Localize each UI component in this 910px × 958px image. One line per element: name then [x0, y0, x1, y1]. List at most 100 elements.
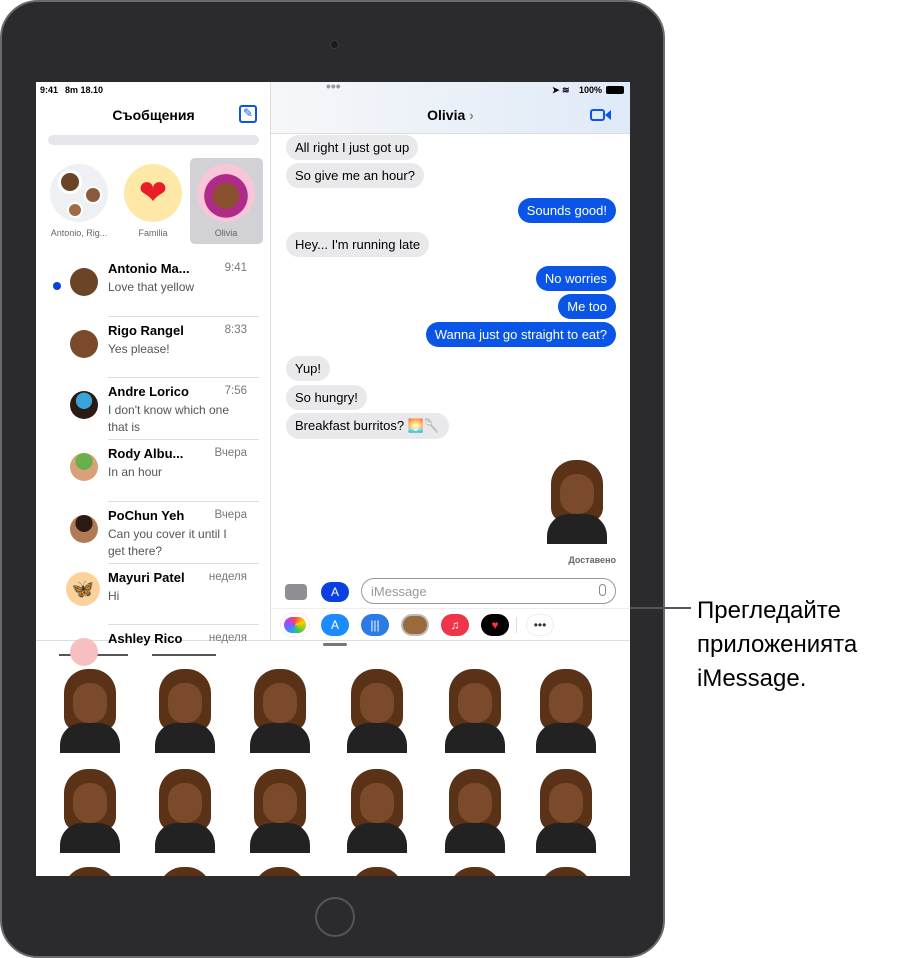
memoji-sticker[interactable] [149, 867, 221, 876]
memoji-sticker[interactable] [439, 669, 511, 753]
conversation-row[interactable]: Andre Lorico 7:56 I don't know which one… [36, 377, 271, 443]
home-button[interactable] [315, 897, 355, 937]
timestamp: 9:41 [224, 262, 247, 274]
butterfly-avatar: 🦋 [66, 572, 100, 606]
memoji-sticker[interactable] [54, 867, 126, 876]
pinned-olivia[interactable]: Olivia [196, 164, 256, 238]
pinned-label: Familia [138, 228, 168, 238]
memoji-sticker[interactable] [530, 769, 602, 853]
conversation-row[interactable]: 🦋 Mayuri Patel неделя Hi [36, 563, 271, 629]
avatar [70, 453, 98, 481]
memoji-sticker[interactable] [341, 669, 413, 753]
memoji-sticker[interactable] [530, 669, 602, 753]
message-bubble[interactable]: Yup! [286, 356, 331, 381]
heart-icon: ❤ [124, 164, 182, 222]
app-store-icon[interactable]: A [321, 614, 349, 636]
message-bubble[interactable]: Breakfast burritos? 🌅🥄 [286, 413, 450, 439]
location-wifi-icon: ➤ ≋ [552, 85, 570, 95]
preview: Yes please! [108, 342, 170, 356]
audio-icon[interactable]: ||| [361, 614, 389, 636]
unread-dot [53, 282, 61, 290]
battery-icon [606, 86, 624, 94]
timestamp: Вчера [214, 509, 247, 521]
timestamp: неделя [208, 632, 247, 644]
pinned-antonio[interactable]: Antonio, Rig... [49, 164, 109, 238]
conversation-row[interactable]: Ashley Rico неделя [36, 624, 271, 690]
memoji-sticker[interactable] [439, 867, 511, 876]
camera [330, 40, 339, 49]
avatar [70, 330, 98, 358]
message-bubble[interactable]: Wanna just go straight to eat? [425, 322, 616, 347]
preview: Can you cover it until I get there? [108, 527, 227, 558]
preview: Love that yellow [108, 280, 195, 294]
sidebar: Съобщения ✎ Antonio, Rig... ❤ Familia Ol… [36, 82, 271, 666]
memoji-sticker[interactable] [54, 769, 126, 853]
contact-name: Andre Lorico [108, 384, 189, 399]
message-bubble[interactable]: So give me an hour? [286, 163, 424, 188]
callout-text: Прегледайте приложенията iMessage. [697, 597, 858, 692]
pinned-label: Antonio, Rig... [50, 228, 108, 238]
message-bubble[interactable]: All right I just got up [286, 135, 419, 160]
olivia-avatar [197, 164, 255, 222]
drag-handle[interactable] [323, 643, 347, 646]
memoji-sticker[interactable] [439, 769, 511, 853]
memoji-sticker[interactable] [244, 867, 316, 876]
message-bubble[interactable]: So hungry! [286, 385, 367, 410]
more-icon[interactable]: ••• [526, 614, 554, 636]
memoji-sticker[interactable] [244, 769, 316, 853]
camera-icon[interactable] [285, 584, 307, 600]
timestamp: 7:56 [224, 385, 247, 397]
chat-header: Olivia › [271, 82, 630, 134]
contact-name: Antonio Ma... [108, 261, 190, 276]
photos-icon[interactable] [281, 614, 309, 636]
avatar [70, 638, 98, 666]
microphone-icon[interactable] [599, 584, 606, 596]
app-store-toggle-icon[interactable]: A [321, 582, 349, 602]
contact-name: Mayuri Patel [108, 570, 185, 585]
sidebar-title: Съобщения [112, 107, 195, 123]
contact-name: Rody Albu... [108, 446, 184, 461]
timestamp: 8:33 [224, 324, 247, 336]
preview: I don't know which one that is [108, 403, 230, 434]
memoji-sticker[interactable] [149, 769, 221, 853]
message-bubble[interactable]: Me too [558, 294, 616, 319]
fitness-icon[interactable]: ♥ [481, 614, 509, 636]
contact-name: Ashley Rico [108, 631, 183, 646]
conversation-row[interactable]: Rody Albu... Вчера In an hour [36, 439, 271, 505]
timestamp: неделя [208, 571, 247, 583]
chevron-right-icon: › [469, 107, 474, 123]
preview: In an hour [108, 465, 163, 479]
timestamp: Вчера [214, 447, 247, 459]
video-call-icon[interactable] [590, 109, 605, 121]
memoji-sticker[interactable] [530, 867, 602, 876]
search-field[interactable] [48, 135, 259, 145]
conversation-row[interactable]: PoChun Yeh Вчера Can you cover it until … [36, 501, 271, 567]
contact-name: PoChun Yeh [108, 508, 185, 523]
multitask-dots[interactable]: ••• [326, 82, 341, 94]
contact-name: Rigo Rangel [108, 323, 184, 338]
memoji-icon[interactable] [401, 614, 429, 636]
memoji-sticker-message[interactable] [541, 460, 613, 544]
message-bubble[interactable]: Hey... I'm running late [286, 232, 430, 257]
avatar [70, 268, 98, 296]
memoji-sticker[interactable] [341, 769, 413, 853]
memoji-sticker[interactable] [341, 867, 413, 876]
group-avatar [50, 164, 108, 222]
message-input[interactable]: iMessage [361, 578, 616, 604]
contact-title[interactable]: Olivia › [271, 107, 630, 123]
compose-icon[interactable]: ✎ [239, 105, 257, 123]
pinned-familia[interactable]: ❤ Familia [123, 164, 183, 238]
status-time: 9:41 [40, 85, 59, 95]
chat-pane: Olivia › All right I just got up So give… [271, 82, 630, 640]
message-bubble[interactable]: Sounds good! [517, 198, 616, 223]
delivered-status: Доставено [568, 555, 616, 565]
pinned-label: Olivia [214, 228, 238, 238]
avatar [70, 391, 98, 419]
preview: Hi [108, 589, 120, 603]
avatar [70, 515, 98, 543]
contact-name: Olivia [427, 107, 466, 123]
message-bubble[interactable]: No worries [535, 266, 616, 291]
conversation-row[interactable]: Antonio Ma... 9:41 Love that yellow [36, 258, 271, 320]
music-icon[interactable]: ♫ [441, 614, 469, 636]
conversation-row[interactable]: Rigo Rangel 8:33 Yes please! [36, 316, 271, 382]
